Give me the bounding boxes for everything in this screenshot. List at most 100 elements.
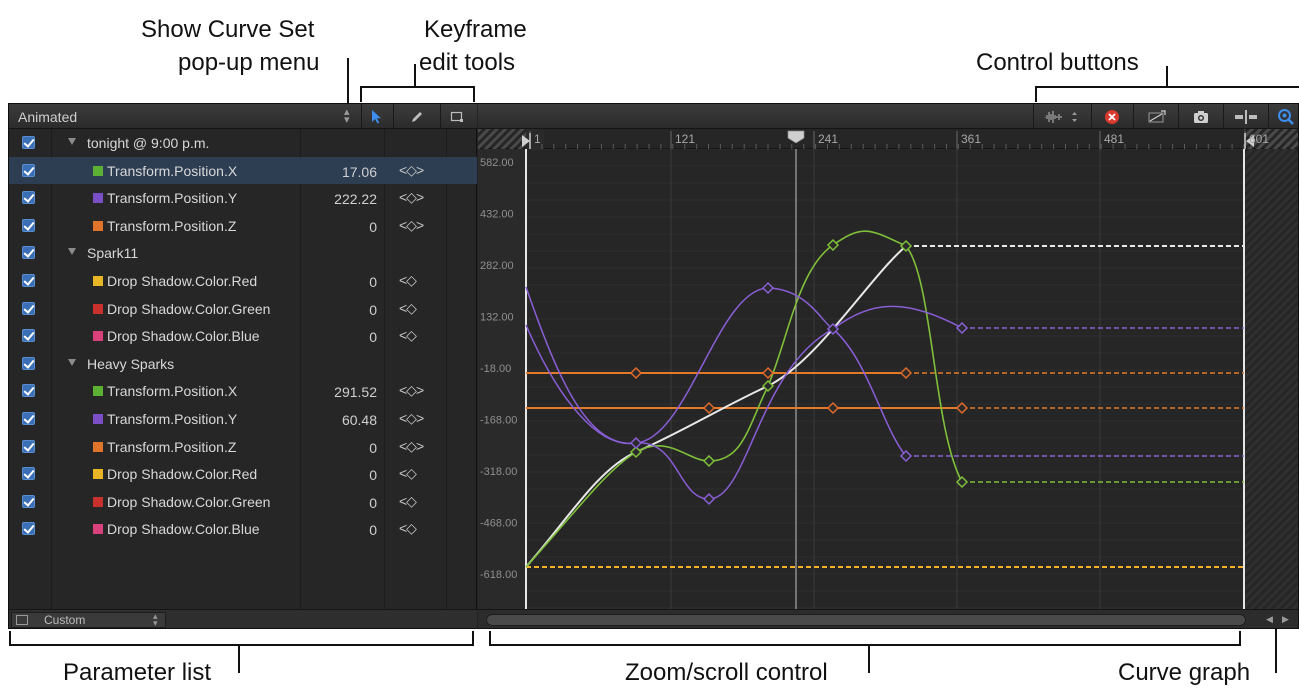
enable-checkbox[interactable] xyxy=(22,384,35,398)
group-row[interactable]: Spark11 xyxy=(9,239,477,267)
curve-color-swatch xyxy=(93,165,103,176)
keyframe-point[interactable] xyxy=(629,436,643,450)
snapshot-button[interactable] xyxy=(1186,107,1216,126)
zoom-scroll-control[interactable]: ◀ ▶ xyxy=(478,609,1298,628)
parameter-row[interactable]: Drop Shadow.Color.Green 0 <◇ xyxy=(9,488,477,516)
zoom-scroll-slider[interactable] xyxy=(486,614,1246,626)
y-axis-label: -18.00 xyxy=(480,363,511,375)
keyframe-nav-icon[interactable]: <◇ xyxy=(399,327,417,344)
parameter-row[interactable]: Transform.Position.Z 0 <◇> xyxy=(9,212,477,240)
control-buttons-bar xyxy=(478,104,1298,129)
callout-bracket xyxy=(1035,86,1299,102)
white-curve[interactable] xyxy=(525,245,907,568)
keyframe-point[interactable] xyxy=(955,475,969,489)
green-curve[interactable] xyxy=(525,230,963,568)
parameter-row[interactable]: Drop Shadow.Color.Green 0 <◇ xyxy=(9,295,477,323)
parameter-row[interactable]: Transform.Position.X 17.06 <◇> xyxy=(9,156,477,185)
keyframe-nav-icon[interactable]: <◇> xyxy=(399,189,424,206)
group-row[interactable]: tonight @ 9:00 p.m. xyxy=(9,129,477,157)
enable-checkbox[interactable] xyxy=(22,467,35,481)
keyframe-nav-icon[interactable]: <◇> xyxy=(399,217,424,234)
parameter-row[interactable]: Drop Shadow.Color.Red 0 <◇ xyxy=(9,267,477,295)
timeline-ruler[interactable]: 1 121 241 361 481 601 xyxy=(478,129,1298,149)
parameter-value[interactable]: 0 xyxy=(369,302,377,318)
parameter-row[interactable]: Drop Shadow.Color.Blue 0 <◇ xyxy=(9,322,477,350)
enable-checkbox[interactable] xyxy=(22,246,35,260)
parameter-value[interactable]: 0 xyxy=(369,274,377,290)
callout-zoom-scroll: Zoom/scroll control xyxy=(625,659,828,686)
parameter-row[interactable]: Transform.Position.X 291.52 <◇> xyxy=(9,377,477,405)
keyframe-point[interactable] xyxy=(702,454,716,468)
enable-checkbox[interactable] xyxy=(22,136,35,149)
arrow-tool-button[interactable] xyxy=(362,107,392,126)
keyframe-nav-icon[interactable]: <◇> xyxy=(399,382,424,399)
enable-checkbox[interactable] xyxy=(22,439,35,453)
purple-curve[interactable] xyxy=(525,286,907,457)
parameter-value[interactable]: 17.06 xyxy=(342,164,377,180)
sketch-tool-button[interactable] xyxy=(402,107,432,126)
parameter-row[interactable]: Drop Shadow.Color.Blue 0 <◇ xyxy=(9,515,477,543)
enable-checkbox[interactable] xyxy=(22,191,35,205)
enable-checkbox[interactable] xyxy=(22,329,35,343)
layout-icon xyxy=(16,615,28,625)
parameter-value[interactable]: 0 xyxy=(369,467,377,483)
parameter-value[interactable]: 291.52 xyxy=(334,384,377,400)
disclosure-triangle-icon[interactable] xyxy=(68,248,76,256)
enable-checkbox[interactable] xyxy=(22,522,35,536)
keyframe-nav-icon[interactable]: <◇> xyxy=(399,410,424,427)
enable-checkbox[interactable] xyxy=(22,274,35,287)
disclosure-triangle-icon[interactable] xyxy=(68,138,76,145)
enable-checkbox[interactable] xyxy=(22,356,35,370)
y-axis-label: -318.00 xyxy=(480,466,517,478)
purple-curve[interactable] xyxy=(525,305,963,500)
parameter-row[interactable]: Drop Shadow.Color.Red 0 <◇ xyxy=(9,460,477,488)
curve-graph-canvas[interactable]: 582.00 432.00 282.00 132.00 -18.00 -168.00 -31… xyxy=(478,148,1299,609)
show-curve-set-menu[interactable]: Animated xyxy=(18,109,77,125)
keyframe-point[interactable] xyxy=(955,321,969,335)
clear-curves-button[interactable] xyxy=(1098,107,1126,126)
keyframe-nav-icon[interactable]: <◇> xyxy=(399,438,424,455)
popup-arrows-icon[interactable]: ▴ ▾ xyxy=(344,107,350,126)
parameter-name: Drop Shadow.Color.Green xyxy=(107,493,271,510)
keyframe-nav-icon[interactable]: <◇> xyxy=(399,162,424,179)
layout-popup-menu[interactable]: Custom ▴ ▾ xyxy=(11,612,166,628)
y-axis-label: -618.00 xyxy=(480,569,517,581)
enable-checkbox[interactable] xyxy=(22,301,35,315)
parameter-row[interactable]: Transform.Position.Y 222.22 <◇> xyxy=(9,184,477,212)
keyframe-point[interactable] xyxy=(702,492,716,506)
enable-checkbox[interactable] xyxy=(22,218,35,232)
snapping-button[interactable] xyxy=(1230,107,1262,126)
parameter-value[interactable]: 0 xyxy=(369,219,377,235)
enable-checkbox[interactable] xyxy=(22,163,35,177)
keyframe-nav-icon[interactable]: <◇ xyxy=(399,520,417,537)
parameter-value[interactable]: 60.48 xyxy=(342,412,377,428)
parameter-row[interactable]: Transform.Position.Z 0 <◇> xyxy=(9,433,477,461)
keyframe-nav-icon[interactable]: <◇ xyxy=(399,272,417,289)
parameter-value[interactable]: 0 xyxy=(369,440,377,456)
ruler-tick-label: 601 xyxy=(1249,132,1270,146)
curve-graph[interactable]: 582.00 432.00 282.00 132.00 -18.00 -168.00 -31… xyxy=(478,148,1299,609)
fit-curve-button[interactable] xyxy=(1142,107,1172,126)
keyframe-nav-icon[interactable]: <◇ xyxy=(399,300,417,317)
enable-checkbox[interactable] xyxy=(22,412,35,425)
parameter-name: Drop Shadow.Color.Red xyxy=(107,273,258,289)
audio-waveform-button[interactable] xyxy=(1039,107,1087,126)
callout-keyframe-tools-2: edit tools xyxy=(419,49,516,76)
enable-checkbox[interactable] xyxy=(22,494,35,508)
disclosure-triangle-icon[interactable] xyxy=(68,358,76,366)
keyframe-nav-icon[interactable]: <◇ xyxy=(399,465,417,482)
parameter-row[interactable]: Transform.Position.Y 60.48 <◇> xyxy=(9,405,477,433)
parameter-value[interactable]: 0 xyxy=(369,329,377,345)
transform-keyframes-button[interactable] xyxy=(442,107,472,126)
parameter-value[interactable]: 0 xyxy=(369,522,377,538)
zoom-button[interactable] xyxy=(1273,107,1298,126)
scroll-right-icon[interactable]: ▶ xyxy=(1282,614,1289,625)
keyframe-point[interactable] xyxy=(761,379,775,393)
group-name: tonight @ 9:00 p.m. xyxy=(87,135,210,151)
scroll-left-icon[interactable]: ◀ xyxy=(1266,614,1273,625)
divider xyxy=(1133,104,1134,129)
group-row[interactable]: Heavy Sparks xyxy=(9,350,477,378)
parameter-value[interactable]: 222.22 xyxy=(334,191,377,207)
parameter-value[interactable]: 0 xyxy=(369,495,377,511)
keyframe-nav-icon[interactable]: <◇ xyxy=(399,493,417,510)
